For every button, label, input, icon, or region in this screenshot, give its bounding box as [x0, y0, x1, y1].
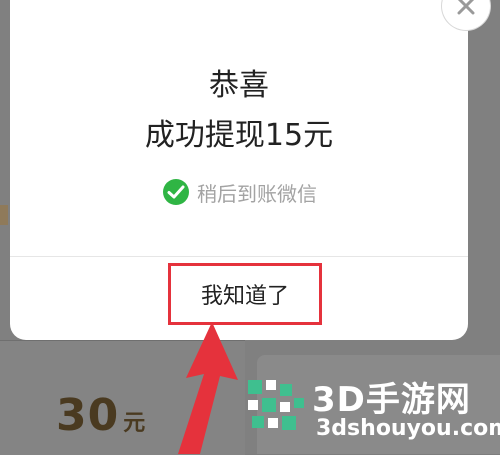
reward-amount-value: 30: [56, 390, 120, 441]
watermark-logo-icon: [248, 380, 304, 430]
dialog-divider: [10, 256, 468, 257]
watermark: 3D手游网 3dshouyou.com: [240, 370, 500, 454]
dialog-title: 恭喜: [209, 68, 269, 103]
dialog-subtext-label: 稍后到账微信: [197, 181, 317, 206]
background-tag: [0, 205, 8, 225]
dialog-subtext: 稍后到账微信: [10, 177, 468, 207]
reward-amount-unit: 元: [123, 411, 147, 436]
annotation-arrow-icon: [178, 322, 238, 454]
reward-amount: 30 元: [56, 390, 146, 441]
wechat-icon: [161, 177, 191, 207]
confirm-button[interactable]: 我知道了: [168, 263, 322, 325]
watermark-name: 3D手游网: [312, 380, 471, 420]
close-icon: [457, 0, 475, 15]
dialog-message: 成功提现15元: [144, 118, 334, 153]
withdraw-success-dialog: 恭喜 成功提现15元 稍后到账微信 我知道了: [10, 0, 468, 340]
watermark-url: 3dshouyou.com: [316, 416, 500, 441]
